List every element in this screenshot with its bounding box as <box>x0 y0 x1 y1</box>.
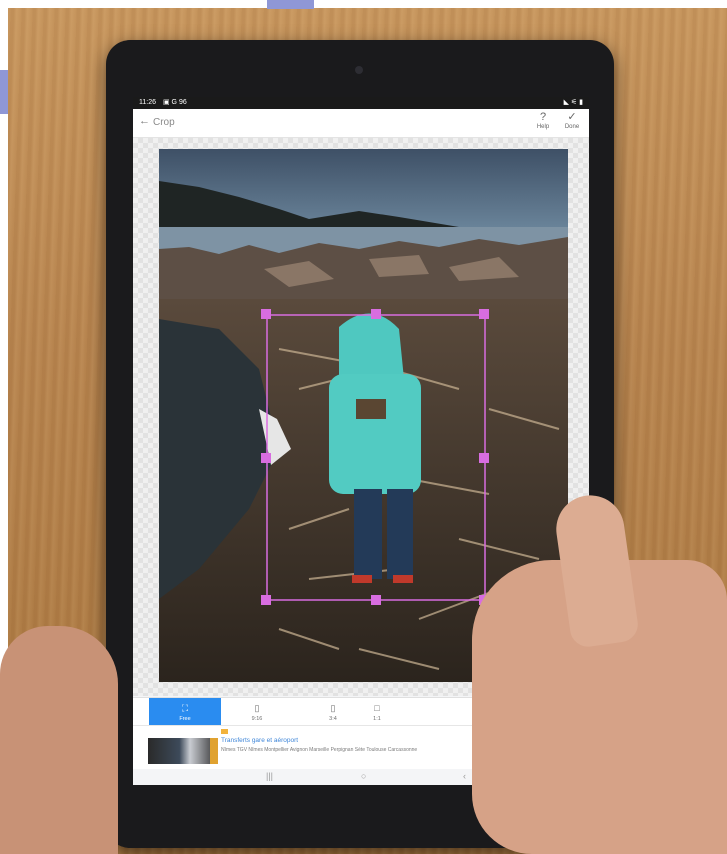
ratio-9-16-button[interactable]: ▯ 9:16 <box>221 698 293 725</box>
ad-image <box>148 738 218 764</box>
status-notification-icons: ▣ G 96 <box>163 99 187 106</box>
status-system-icons: ◣ ⚟ ▮ <box>563 99 583 106</box>
frame-edge-top <box>0 0 727 8</box>
ad-image-accent <box>210 738 218 764</box>
status-time: 11:26 <box>139 99 156 106</box>
help-button[interactable]: ? Help <box>529 111 557 130</box>
left-hand <box>0 626 118 854</box>
help-label: Help <box>536 124 550 130</box>
ad-description: Nîmes TGV Nîmes Montpellier Avignon Mars… <box>221 747 418 753</box>
ratio-label: Free <box>179 716 191 722</box>
ratio-1-1-button[interactable]: □ 1:1 <box>341 698 413 725</box>
done-button[interactable]: ✓ Done <box>558 111 586 130</box>
back-nav-icon[interactable]: ‹ <box>463 771 466 781</box>
ad-headline[interactable]: Transferts gare et aéroport <box>221 737 298 744</box>
front-camera <box>355 66 363 74</box>
portrait-ratio-icon: ▯ <box>254 703 260 713</box>
recents-icon[interactable]: ||| <box>266 771 273 781</box>
square-ratio-icon: □ <box>374 703 380 713</box>
help-icon: ? <box>539 111 547 123</box>
ratio-label: 9:16 <box>251 716 263 722</box>
app-bar: ← Crop ? Help ✓ Done <box>133 109 589 138</box>
back-arrow-icon[interactable]: ← <box>139 115 150 127</box>
frame-chip-top <box>267 0 314 9</box>
home-icon[interactable]: ○ <box>361 771 366 781</box>
ratio-free-button[interactable]: ⛶ Free <box>149 698 221 725</box>
status-bar: 11:26 ▣ G 96 ◣ ⚟ ▮ <box>133 97 589 109</box>
ad-badge-icon <box>221 729 228 734</box>
frame-chip-left <box>0 70 8 114</box>
ratio-label: 1:1 <box>373 716 381 722</box>
done-label: Done <box>564 124 580 130</box>
page-title: Crop <box>153 117 175 128</box>
free-crop-icon: ⛶ <box>181 703 189 713</box>
check-icon: ✓ <box>567 111 577 123</box>
